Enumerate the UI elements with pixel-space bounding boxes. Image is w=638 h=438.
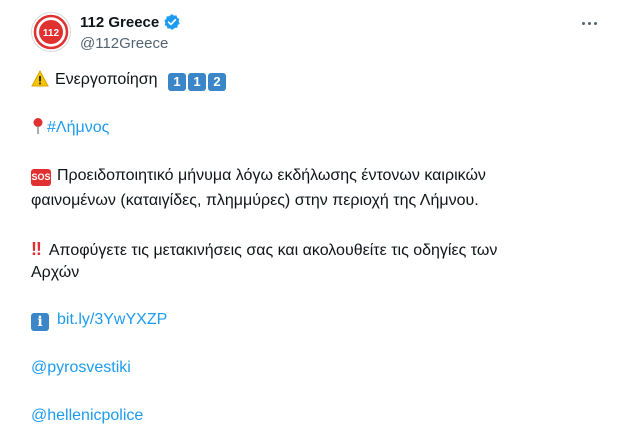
advice-text-1: Αποφύγετε τις μετακινήσεις σας και ακολο… (48, 242, 498, 259)
round-pushpin-icon (31, 117, 45, 143)
author-name-row: 112 Greece (80, 13, 181, 31)
warning-icon (31, 69, 49, 95)
short-link[interactable]: bit.ly/3YwYXZP (57, 311, 167, 328)
sos-icon: SOS (31, 169, 51, 186)
avatar[interactable]: 112 (31, 12, 71, 52)
mention-hellenicpolice[interactable]: @hellenicpolice (31, 404, 143, 428)
line-activation: Ενεργοποίηση 112 (31, 68, 226, 95)
tweet: 112 112 Greece @112Greece Ενεργοποίηση 1… (0, 0, 638, 438)
line-advice-2: Αρχών (31, 264, 80, 281)
svg-text:112: 112 (43, 28, 60, 39)
author-handle[interactable]: @112Greece (80, 35, 168, 52)
information-icon: i (31, 313, 49, 331)
keycap-1-icon: 1 (187, 73, 206, 91)
mention-pyrosvestiki[interactable]: @pyrosvestiki (31, 356, 131, 380)
display-name[interactable]: 112 Greece (80, 14, 159, 31)
more-options-icon[interactable] (578, 12, 600, 34)
keycap-1-icon: 1 (167, 73, 186, 91)
112-logo-icon: 112 (33, 14, 69, 50)
activation-text: Ενεργοποίηση (55, 71, 158, 88)
hashtag-lemnos-link[interactable]: #Λήμνος (47, 119, 109, 136)
verified-badge-icon (163, 13, 181, 31)
double-exclamation-icon: ‼ (31, 239, 42, 259)
line-info-link: i bit.ly/3YwYXZP (31, 308, 167, 332)
warning-message-text-1: Προειδοποιητικό μήνυμα λόγω εκδήλωσης έν… (57, 167, 486, 184)
line-warning-message-1: SOS Προειδοποιητικό μήνυμα λόγω εκδήλωσης… (31, 164, 486, 188)
keycap-2-icon: 2 (207, 73, 226, 91)
line-advice-1: ‼ Αποφύγετε τις μετακινήσεις σας και ακολ… (31, 237, 497, 263)
line-warning-message-2: φαινομένων (καταιγίδες, πλημμύρες) στην … (31, 192, 479, 209)
line-location: #Λήμνος (31, 116, 109, 143)
